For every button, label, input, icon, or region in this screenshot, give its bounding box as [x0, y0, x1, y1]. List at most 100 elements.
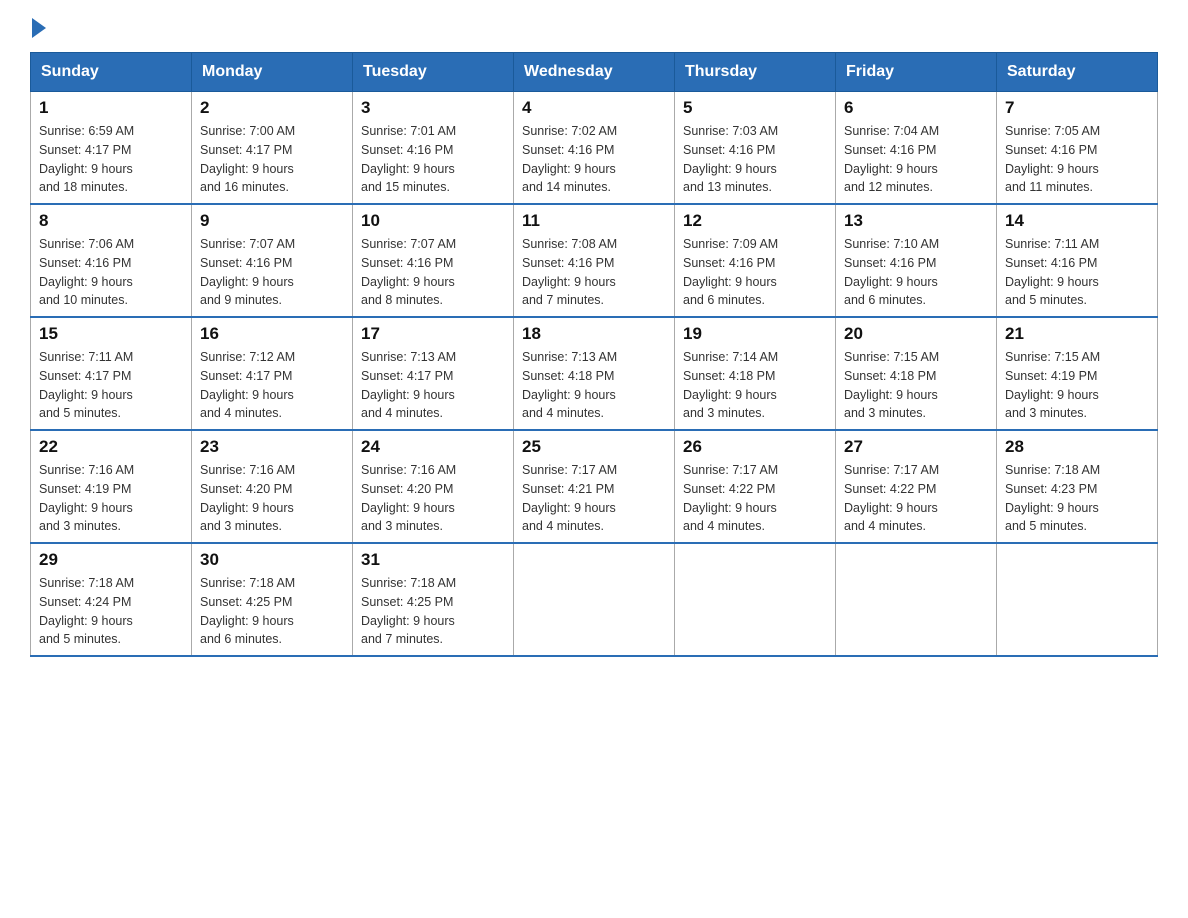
day-number: 25	[522, 437, 666, 457]
calendar-cell: 25 Sunrise: 7:17 AM Sunset: 4:21 PM Dayl…	[514, 430, 675, 543]
calendar-cell: 5 Sunrise: 7:03 AM Sunset: 4:16 PM Dayli…	[675, 92, 836, 205]
calendar-cell: 9 Sunrise: 7:07 AM Sunset: 4:16 PM Dayli…	[192, 204, 353, 317]
calendar-cell: 31 Sunrise: 7:18 AM Sunset: 4:25 PM Dayl…	[353, 543, 514, 656]
day-number: 4	[522, 98, 666, 118]
day-info: Sunrise: 7:03 AM Sunset: 4:16 PM Dayligh…	[683, 122, 827, 197]
weekday-header-friday: Friday	[836, 53, 997, 92]
day-number: 22	[39, 437, 183, 457]
day-number: 29	[39, 550, 183, 570]
calendar-cell: 10 Sunrise: 7:07 AM Sunset: 4:16 PM Dayl…	[353, 204, 514, 317]
calendar-cell: 15 Sunrise: 7:11 AM Sunset: 4:17 PM Dayl…	[31, 317, 192, 430]
day-info: Sunrise: 7:06 AM Sunset: 4:16 PM Dayligh…	[39, 235, 183, 310]
calendar-cell: 19 Sunrise: 7:14 AM Sunset: 4:18 PM Dayl…	[675, 317, 836, 430]
day-info: Sunrise: 7:18 AM Sunset: 4:24 PM Dayligh…	[39, 574, 183, 649]
calendar-cell: 29 Sunrise: 7:18 AM Sunset: 4:24 PM Dayl…	[31, 543, 192, 656]
day-number: 6	[844, 98, 988, 118]
calendar-cell: 3 Sunrise: 7:01 AM Sunset: 4:16 PM Dayli…	[353, 92, 514, 205]
calendar-cell	[836, 543, 997, 656]
day-info: Sunrise: 7:18 AM Sunset: 4:23 PM Dayligh…	[1005, 461, 1149, 536]
calendar-cell: 22 Sunrise: 7:16 AM Sunset: 4:19 PM Dayl…	[31, 430, 192, 543]
day-info: Sunrise: 7:18 AM Sunset: 4:25 PM Dayligh…	[361, 574, 505, 649]
weekday-header-tuesday: Tuesday	[353, 53, 514, 92]
day-number: 3	[361, 98, 505, 118]
calendar-cell: 14 Sunrise: 7:11 AM Sunset: 4:16 PM Dayl…	[997, 204, 1158, 317]
calendar-week-row: 15 Sunrise: 7:11 AM Sunset: 4:17 PM Dayl…	[31, 317, 1158, 430]
calendar-cell: 17 Sunrise: 7:13 AM Sunset: 4:17 PM Dayl…	[353, 317, 514, 430]
day-number: 18	[522, 324, 666, 344]
logo-arrow-icon	[32, 18, 46, 38]
day-number: 8	[39, 211, 183, 231]
calendar-cell: 11 Sunrise: 7:08 AM Sunset: 4:16 PM Dayl…	[514, 204, 675, 317]
day-number: 12	[683, 211, 827, 231]
weekday-header-sunday: Sunday	[31, 53, 192, 92]
page-header	[30, 20, 1158, 32]
calendar-cell: 1 Sunrise: 6:59 AM Sunset: 4:17 PM Dayli…	[31, 92, 192, 205]
day-info: Sunrise: 7:11 AM Sunset: 4:17 PM Dayligh…	[39, 348, 183, 423]
day-info: Sunrise: 7:00 AM Sunset: 4:17 PM Dayligh…	[200, 122, 344, 197]
calendar-cell: 27 Sunrise: 7:17 AM Sunset: 4:22 PM Dayl…	[836, 430, 997, 543]
weekday-header-saturday: Saturday	[997, 53, 1158, 92]
day-number: 27	[844, 437, 988, 457]
day-info: Sunrise: 7:17 AM Sunset: 4:22 PM Dayligh…	[844, 461, 988, 536]
day-number: 21	[1005, 324, 1149, 344]
day-number: 7	[1005, 98, 1149, 118]
calendar-cell: 26 Sunrise: 7:17 AM Sunset: 4:22 PM Dayl…	[675, 430, 836, 543]
day-number: 5	[683, 98, 827, 118]
day-info: Sunrise: 7:09 AM Sunset: 4:16 PM Dayligh…	[683, 235, 827, 310]
calendar-cell: 2 Sunrise: 7:00 AM Sunset: 4:17 PM Dayli…	[192, 92, 353, 205]
day-number: 28	[1005, 437, 1149, 457]
day-info: Sunrise: 7:01 AM Sunset: 4:16 PM Dayligh…	[361, 122, 505, 197]
day-number: 1	[39, 98, 183, 118]
day-info: Sunrise: 7:17 AM Sunset: 4:22 PM Dayligh…	[683, 461, 827, 536]
calendar-cell: 23 Sunrise: 7:16 AM Sunset: 4:20 PM Dayl…	[192, 430, 353, 543]
day-number: 9	[200, 211, 344, 231]
day-info: Sunrise: 7:13 AM Sunset: 4:17 PM Dayligh…	[361, 348, 505, 423]
weekday-header-monday: Monday	[192, 53, 353, 92]
day-info: Sunrise: 7:07 AM Sunset: 4:16 PM Dayligh…	[361, 235, 505, 310]
day-number: 23	[200, 437, 344, 457]
calendar-cell: 12 Sunrise: 7:09 AM Sunset: 4:16 PM Dayl…	[675, 204, 836, 317]
day-number: 26	[683, 437, 827, 457]
calendar-cell	[675, 543, 836, 656]
day-number: 10	[361, 211, 505, 231]
calendar-table: SundayMondayTuesdayWednesdayThursdayFrid…	[30, 52, 1158, 657]
calendar-cell: 4 Sunrise: 7:02 AM Sunset: 4:16 PM Dayli…	[514, 92, 675, 205]
calendar-cell: 20 Sunrise: 7:15 AM Sunset: 4:18 PM Dayl…	[836, 317, 997, 430]
day-number: 20	[844, 324, 988, 344]
day-info: Sunrise: 6:59 AM Sunset: 4:17 PM Dayligh…	[39, 122, 183, 197]
calendar-week-row: 22 Sunrise: 7:16 AM Sunset: 4:19 PM Dayl…	[31, 430, 1158, 543]
day-info: Sunrise: 7:16 AM Sunset: 4:20 PM Dayligh…	[361, 461, 505, 536]
day-number: 31	[361, 550, 505, 570]
day-info: Sunrise: 7:04 AM Sunset: 4:16 PM Dayligh…	[844, 122, 988, 197]
calendar-week-row: 29 Sunrise: 7:18 AM Sunset: 4:24 PM Dayl…	[31, 543, 1158, 656]
day-info: Sunrise: 7:10 AM Sunset: 4:16 PM Dayligh…	[844, 235, 988, 310]
day-info: Sunrise: 7:02 AM Sunset: 4:16 PM Dayligh…	[522, 122, 666, 197]
day-info: Sunrise: 7:14 AM Sunset: 4:18 PM Dayligh…	[683, 348, 827, 423]
day-info: Sunrise: 7:05 AM Sunset: 4:16 PM Dayligh…	[1005, 122, 1149, 197]
calendar-cell	[514, 543, 675, 656]
calendar-cell: 16 Sunrise: 7:12 AM Sunset: 4:17 PM Dayl…	[192, 317, 353, 430]
calendar-cell	[997, 543, 1158, 656]
day-number: 13	[844, 211, 988, 231]
day-number: 11	[522, 211, 666, 231]
day-info: Sunrise: 7:07 AM Sunset: 4:16 PM Dayligh…	[200, 235, 344, 310]
day-number: 14	[1005, 211, 1149, 231]
calendar-cell: 8 Sunrise: 7:06 AM Sunset: 4:16 PM Dayli…	[31, 204, 192, 317]
calendar-cell: 30 Sunrise: 7:18 AM Sunset: 4:25 PM Dayl…	[192, 543, 353, 656]
day-info: Sunrise: 7:15 AM Sunset: 4:18 PM Dayligh…	[844, 348, 988, 423]
calendar-cell: 18 Sunrise: 7:13 AM Sunset: 4:18 PM Dayl…	[514, 317, 675, 430]
day-number: 19	[683, 324, 827, 344]
weekday-header-row: SundayMondayTuesdayWednesdayThursdayFrid…	[31, 53, 1158, 92]
day-number: 24	[361, 437, 505, 457]
calendar-cell: 21 Sunrise: 7:15 AM Sunset: 4:19 PM Dayl…	[997, 317, 1158, 430]
day-info: Sunrise: 7:15 AM Sunset: 4:19 PM Dayligh…	[1005, 348, 1149, 423]
day-number: 16	[200, 324, 344, 344]
day-info: Sunrise: 7:16 AM Sunset: 4:19 PM Dayligh…	[39, 461, 183, 536]
day-number: 30	[200, 550, 344, 570]
day-info: Sunrise: 7:17 AM Sunset: 4:21 PM Dayligh…	[522, 461, 666, 536]
calendar-week-row: 1 Sunrise: 6:59 AM Sunset: 4:17 PM Dayli…	[31, 92, 1158, 205]
calendar-cell: 28 Sunrise: 7:18 AM Sunset: 4:23 PM Dayl…	[997, 430, 1158, 543]
day-info: Sunrise: 7:18 AM Sunset: 4:25 PM Dayligh…	[200, 574, 344, 649]
day-info: Sunrise: 7:11 AM Sunset: 4:16 PM Dayligh…	[1005, 235, 1149, 310]
day-number: 15	[39, 324, 183, 344]
